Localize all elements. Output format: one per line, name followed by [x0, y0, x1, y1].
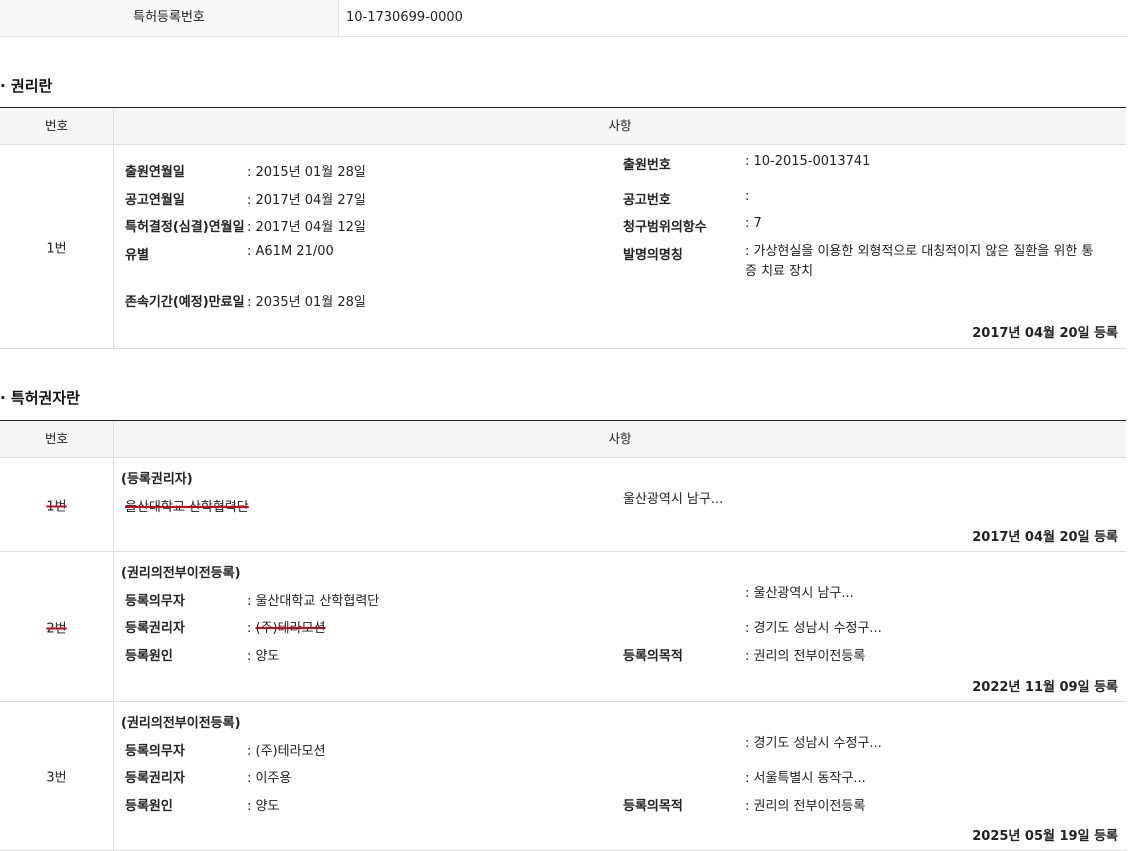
- publication-date-label: 공고연월일: [125, 193, 185, 208]
- publication-date-value: : 2017년 04월 27일: [247, 193, 366, 208]
- decision-date-value: : 2017년 04월 12일: [247, 220, 366, 235]
- cause-label: 등록원인: [125, 649, 173, 664]
- application-number-value: : 10-2015-0013741: [745, 154, 871, 169]
- publication-number-label: 공고번호: [623, 193, 671, 208]
- holder-value: : (주)테라모션: [247, 617, 325, 636]
- expiry-date-label: 존속기간(예정)만료일: [125, 295, 245, 310]
- rights-row: 1번 출원연월일 : 2015년 01월 28일 공고연월일 : 2017년 0…: [0, 145, 1126, 349]
- obligor-label: 등록의무자: [125, 744, 185, 759]
- row-number-text: 2번: [46, 621, 67, 636]
- obligor-value: : (주)테라모션: [247, 744, 326, 759]
- row-number-text: 3번: [46, 770, 67, 786]
- cause-value: : 양도: [247, 799, 280, 814]
- holders-table-header: 번호 사항: [0, 421, 1126, 458]
- holder-name: 울산대학교 산학협력단: [125, 500, 249, 515]
- invention-title-label: 발명의명칭: [623, 248, 683, 263]
- cause-label: 등록원인: [125, 799, 173, 814]
- header-number: 번호: [0, 421, 114, 457]
- patent-number-label: 특허등록번호: [0, 0, 339, 36]
- row-number-text: 1번: [46, 499, 67, 514]
- holder-address: : 경기도 성남시 수정구...: [745, 621, 882, 636]
- entry-type: (권리의전부이전등록): [121, 716, 241, 731]
- row-number: 3번: [0, 702, 114, 850]
- rights-table: 번호 사항 1번 출원연월일 : 2015년 01월 28일 공고연월일 : 2…: [0, 107, 1126, 349]
- decision-date-label: 특허결정(심결)연월일: [125, 220, 245, 235]
- header-number: 번호: [0, 108, 114, 144]
- header-item: 사항: [608, 431, 632, 446]
- expiry-date-value: : 2035년 01월 28일: [247, 295, 366, 310]
- holder-row-1: 1번 (등록권리자) 울산대학교 산학협력단 울산광역시 남구... 2017년…: [0, 458, 1126, 552]
- classification-label: 유별: [125, 248, 149, 263]
- holders-section-title: · 특허권자란: [0, 389, 80, 407]
- registration-date: 2022년 11월 09일 등록: [972, 680, 1118, 695]
- filing-date-label: 출원연월일: [125, 165, 185, 180]
- holder-address: 울산광역시 남구...: [623, 492, 724, 507]
- entry-type: (권리의전부이전등록): [121, 566, 241, 581]
- classification-value: : A61M 21/00: [247, 244, 334, 259]
- row-number: 2번: [0, 552, 114, 701]
- registration-date: 2017년 04월 20일 등록: [972, 326, 1118, 341]
- rights-section-title: · 권리란: [0, 77, 53, 95]
- holder-label: 등록권리자: [125, 621, 185, 636]
- obligor-address: : 경기도 성남시 수정구...: [745, 736, 882, 751]
- obligor-value: : 울산대학교 산학협력단: [247, 594, 380, 609]
- purpose-value: : 권리의 전부이전등록: [745, 799, 866, 814]
- publication-number-value: :: [745, 189, 750, 204]
- holder-value: : 이주용: [247, 771, 292, 786]
- purpose-label: 등록의목적: [623, 799, 683, 814]
- holders-table: 번호 사항 1번 (등록권리자) 울산대학교 산학협력단 울산광역시 남구...…: [0, 420, 1126, 851]
- holder-row-2: 2번 (권리의전부이전등록) 등록의무자 : 울산대학교 산학협력단 : 울산광…: [0, 552, 1126, 702]
- registration-date: 2017년 04월 20일 등록: [972, 530, 1118, 545]
- obligor-label: 등록의무자: [125, 594, 185, 609]
- patent-number-row: 특허등록번호 10-1730699-0000: [0, 0, 1128, 37]
- holder-value-prefix: :: [247, 621, 256, 636]
- header-item: 사항: [608, 118, 632, 133]
- claims-count-label: 청구범위의항수: [623, 220, 707, 235]
- cause-value: : 양도: [247, 649, 280, 664]
- row-number-text: 1번: [46, 241, 67, 256]
- patent-number-value: 10-1730699-0000: [346, 10, 463, 25]
- rights-table-header: 번호 사항: [0, 108, 1126, 145]
- holder-value-name: (주)테라모션: [255, 621, 326, 636]
- invention-title-value: : 가상현실을 이용한 외형적으로 대칭적이지 않은 질환을 위한 통증 치료 …: [745, 244, 1094, 279]
- holder-label: 등록권리자: [125, 771, 185, 786]
- purpose-value: : 권리의 전부이전등록: [745, 649, 866, 664]
- claims-count-value: : 7: [745, 216, 762, 231]
- filing-date-value: : 2015년 01월 28일: [247, 165, 366, 180]
- purpose-label: 등록의목적: [623, 649, 683, 664]
- holder-address: : 서울특별시 동작구...: [745, 771, 866, 786]
- entry-type: (등록권리자): [121, 472, 193, 487]
- registration-date: 2025년 05월 19일 등록: [972, 829, 1118, 844]
- obligor-address: : 울산광역시 남구...: [745, 586, 854, 601]
- application-number-label: 출원번호: [623, 158, 671, 173]
- holder-row-3: 3번 (권리의전부이전등록) 등록의무자 : (주)테라모션 : 경기도 성남시…: [0, 702, 1126, 851]
- row-number: 1번: [0, 458, 114, 551]
- row-number: 1번: [0, 145, 114, 348]
